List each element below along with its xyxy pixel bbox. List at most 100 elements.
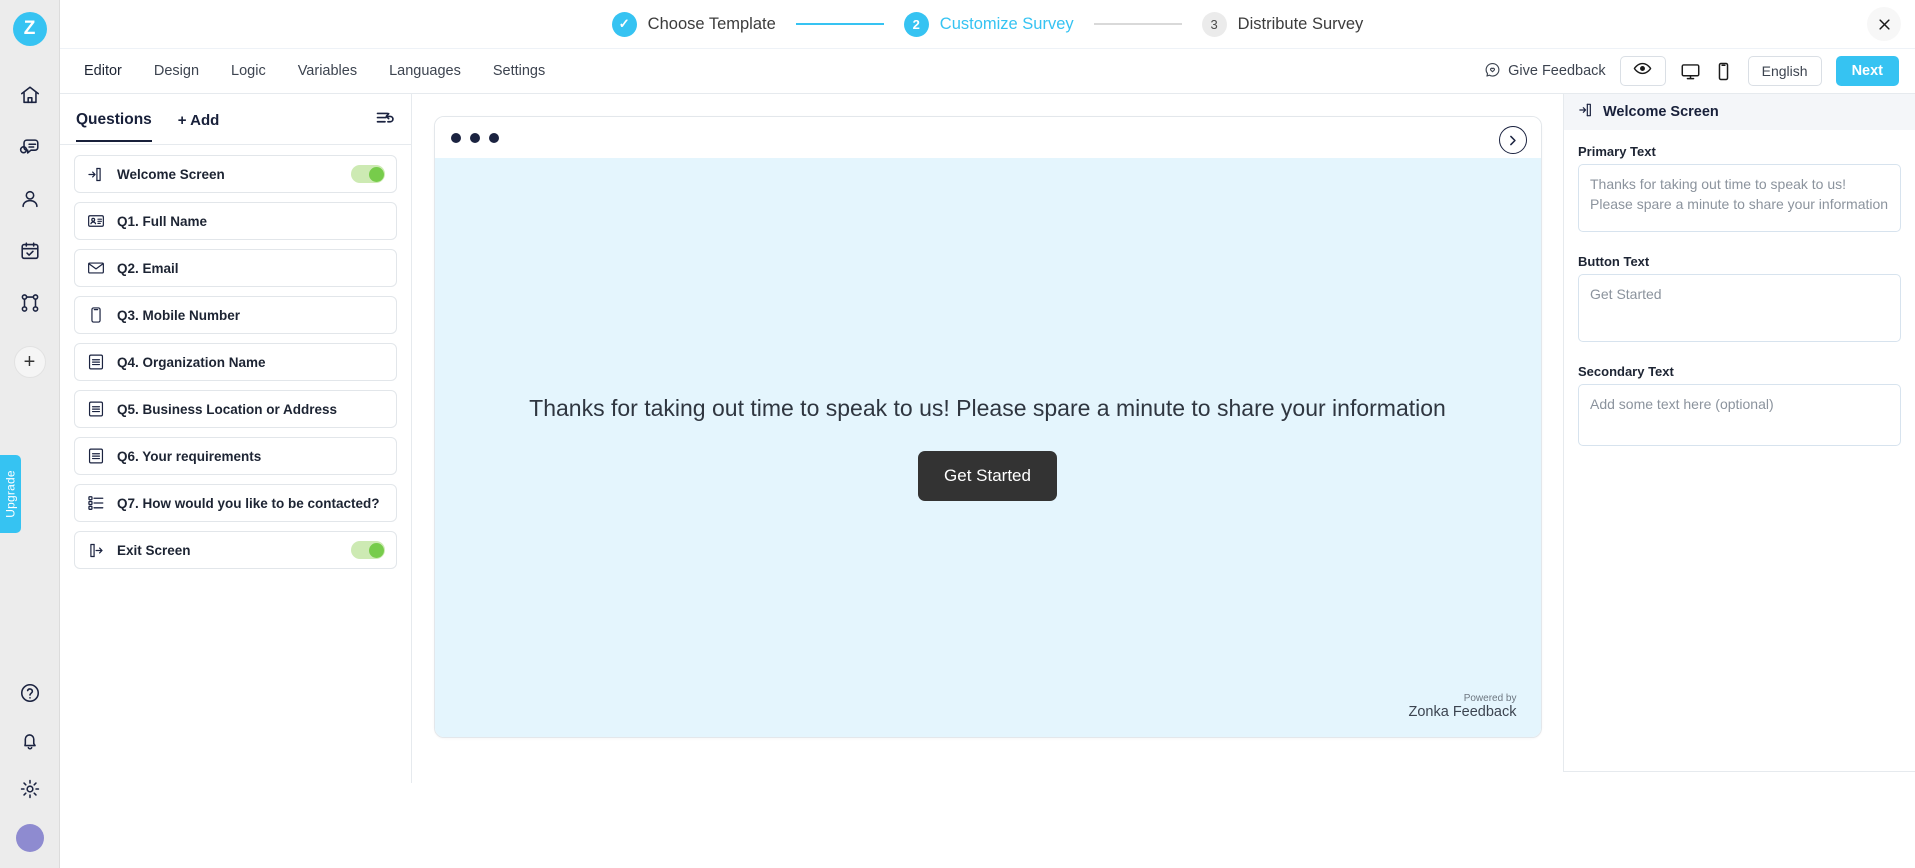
list-item-q1[interactable]: Q1. Full Name: [74, 202, 397, 240]
secondary-text-label: Secondary Text: [1578, 364, 1901, 379]
window-dots: [451, 133, 499, 143]
list-item-q7[interactable]: Q7. How would you like to be contacted?: [74, 484, 397, 522]
list-item-label: Q7. How would you like to be contacted?: [117, 496, 380, 511]
workflow-branch-icon[interactable]: [17, 290, 43, 316]
rail-icon-group: [17, 82, 43, 316]
id-card-icon: [86, 212, 105, 231]
envelope-icon: [86, 259, 105, 278]
device-toggle-group: [1680, 61, 1734, 82]
question-list: Welcome Screen Q1. Full Name Q2. Em: [60, 145, 411, 579]
eye-icon: [1633, 59, 1652, 83]
calendar-check-icon[interactable]: [17, 238, 43, 264]
tab-settings[interactable]: Settings: [493, 63, 545, 79]
get-started-button[interactable]: Get Started: [918, 451, 1057, 501]
home-icon[interactable]: [17, 82, 43, 108]
bell-icon[interactable]: [17, 728, 43, 754]
properties-form: Primary Text Button Text Secondary Text: [1564, 130, 1915, 463]
give-feedback-label: Give Feedback: [1508, 63, 1606, 79]
list-item-q2[interactable]: Q2. Email: [74, 249, 397, 287]
powered-by-branding: Powered by Zonka Feedback: [1408, 693, 1516, 721]
field-primary-text: Primary Text: [1578, 144, 1901, 249]
logo-letter: Z: [24, 18, 36, 40]
properties-header: Welcome Screen: [1564, 94, 1915, 130]
survey-preview: Thanks for taking out time to speak to u…: [434, 116, 1542, 738]
tab-questions[interactable]: Questions: [76, 111, 152, 142]
contacts-person-icon[interactable]: [17, 186, 43, 212]
survey-canvas: Thanks for taking out time to speak to u…: [412, 94, 1563, 868]
close-icon[interactable]: [1867, 7, 1901, 41]
language-selector[interactable]: English: [1748, 56, 1822, 86]
step-2-badge: 2: [904, 12, 929, 37]
rail-bottom-group: [0, 680, 60, 852]
language-label: English: [1762, 63, 1808, 79]
step-1-label: Choose Template: [648, 15, 776, 34]
preview-button[interactable]: [1620, 56, 1666, 86]
step-2-badge-text: 2: [913, 17, 920, 32]
list-item-q4[interactable]: Q4. Organization Name: [74, 343, 397, 381]
text-lines-icon: [86, 400, 105, 419]
step-2-label: Customize Survey: [940, 15, 1074, 34]
list-item-label: Q5. Business Location or Address: [117, 402, 337, 417]
properties-title: Welcome Screen: [1603, 104, 1719, 120]
properties-panel: Welcome Screen Primary Text Button Text …: [1563, 94, 1915, 772]
primary-text-label: Primary Text: [1578, 144, 1901, 159]
add-button[interactable]: +: [14, 346, 46, 378]
toolbar-actions: Give Feedback English: [1484, 56, 1899, 86]
next-button[interactable]: Next: [1836, 56, 1899, 86]
preview-primary-text: Thanks for taking out time to speak to u…: [489, 395, 1486, 422]
button-text-input[interactable]: [1578, 274, 1901, 342]
tab-variables[interactable]: Variables: [298, 63, 357, 79]
tab-design[interactable]: Design: [154, 63, 199, 79]
plus-icon: +: [24, 352, 36, 372]
step-customize-survey[interactable]: 2 Customize Survey: [904, 12, 1074, 37]
tab-editor[interactable]: Editor: [84, 63, 122, 79]
list-item-label: Q1. Full Name: [117, 214, 207, 229]
brand-name: Zonka Feedback: [1408, 704, 1516, 721]
list-item-q6[interactable]: Q6. Your requirements: [74, 437, 397, 475]
step-connector-2: [1094, 23, 1182, 25]
list-item-label: Q4. Organization Name: [117, 355, 266, 370]
desktop-icon[interactable]: [1680, 61, 1701, 82]
list-item-label: Welcome Screen: [117, 167, 225, 182]
mobile-phone-icon: [86, 306, 105, 325]
step-3-badge-text: 3: [1211, 17, 1218, 32]
field-secondary-text: Secondary Text: [1578, 364, 1901, 463]
step-choose-template[interactable]: ✓ Choose Template: [612, 12, 776, 37]
next-button-label: Next: [1852, 63, 1883, 79]
gear-icon[interactable]: [17, 776, 43, 802]
welcome-screen-toggle[interactable]: [351, 165, 385, 183]
help-circle-icon[interactable]: [17, 680, 43, 706]
checkbox-list-icon: [86, 494, 105, 513]
add-question-button[interactable]: + Add: [178, 112, 220, 140]
app-root: Z + Upgrade: [0, 0, 1915, 868]
zonka-logo[interactable]: Z: [13, 12, 47, 46]
wizard-stepper: ✓ Choose Template 2 Customize Survey 3 D…: [60, 0, 1915, 48]
preview-titlebar: [435, 117, 1541, 158]
step-distribute-survey[interactable]: 3 Distribute Survey: [1202, 12, 1364, 37]
list-item-exit-screen[interactable]: Exit Screen: [74, 531, 397, 569]
list-item-q3[interactable]: Q3. Mobile Number: [74, 296, 397, 334]
upgrade-tab[interactable]: Upgrade: [0, 455, 21, 533]
preview-next-button[interactable]: [1499, 126, 1527, 154]
mobile-icon[interactable]: [1713, 61, 1734, 82]
questions-panel-header: Questions + Add: [60, 94, 411, 144]
text-lines-icon: [86, 447, 105, 466]
primary-text-input[interactable]: [1578, 164, 1901, 232]
give-feedback-button[interactable]: Give Feedback: [1484, 61, 1606, 82]
enter-door-icon: [86, 165, 105, 184]
reorder-undo-icon[interactable]: [375, 108, 395, 144]
window-dot: [451, 133, 461, 143]
tab-languages[interactable]: Languages: [389, 63, 461, 79]
avatar[interactable]: [16, 824, 44, 852]
list-item-q5[interactable]: Q5. Business Location or Address: [74, 390, 397, 428]
list-item-label: Q3. Mobile Number: [117, 308, 240, 323]
feedback-bubble-icon[interactable]: [17, 134, 43, 160]
editor-toolbar: Editor Design Logic Variables Languages …: [60, 48, 1915, 94]
questions-panel: Questions + Add Welcome Screen: [60, 94, 412, 783]
enter-door-icon: [1578, 102, 1594, 123]
tab-logic[interactable]: Logic: [231, 63, 266, 79]
get-started-label: Get Started: [944, 466, 1031, 485]
secondary-text-input[interactable]: [1578, 384, 1901, 446]
exit-screen-toggle[interactable]: [351, 541, 385, 559]
list-item-welcome-screen[interactable]: Welcome Screen: [74, 155, 397, 193]
